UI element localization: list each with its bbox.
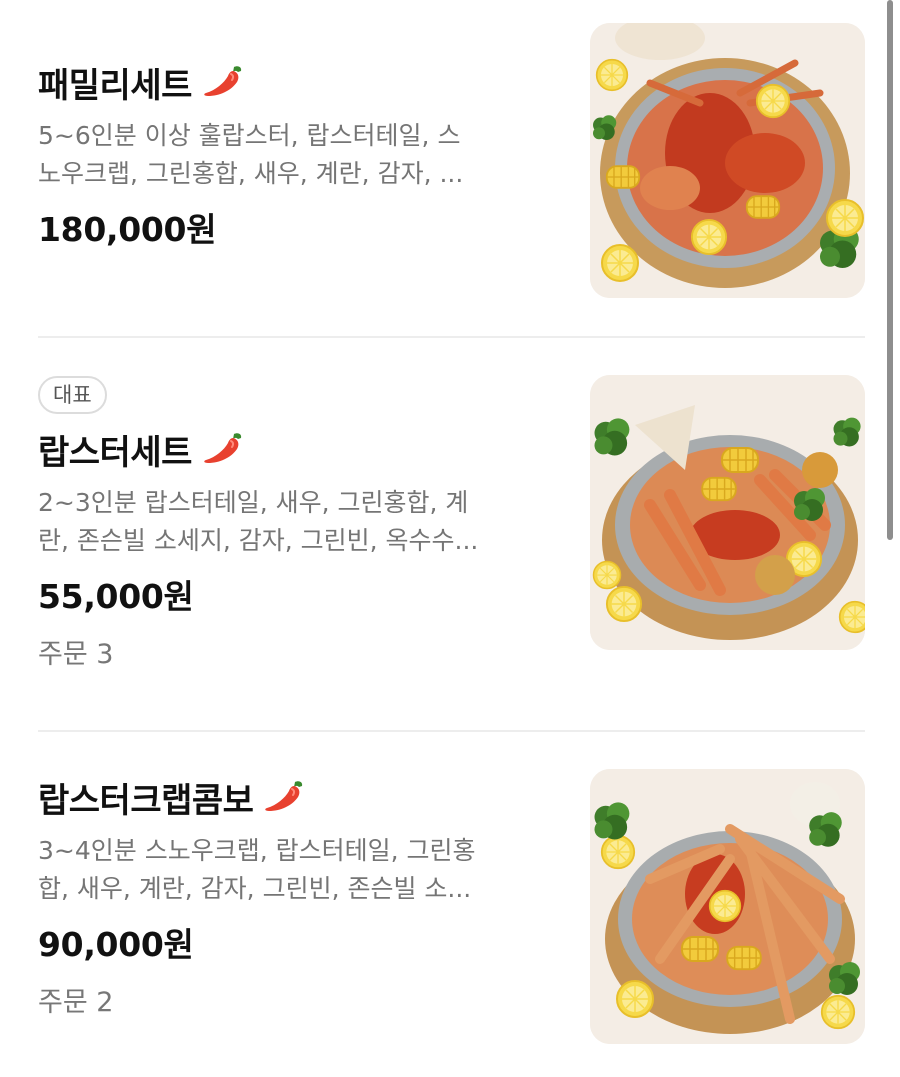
menu-item-description-line: 합, 새우, 계란, 감자, 그린빈, 존슨빌 소... xyxy=(38,874,472,903)
chili-pepper-icon xyxy=(200,63,246,101)
menu-item-name-row: 패밀리세트 xyxy=(38,57,558,107)
menu-item-description-line: 2~3인분 랍스터테일, 새우, 그린홍합, 계 xyxy=(38,488,469,517)
menu-item-price: 55,000원 xyxy=(38,577,194,616)
menu-item-name: 랍스터세트 xyxy=(38,432,192,473)
menu-divider xyxy=(38,730,865,732)
menu-item-lobster-crab-combo[interactable]: 랍스터크랩콤보 3~4인분 스노우크랩, 랍스터테일, 그린홍 합, 새우, 계… xyxy=(38,769,865,1044)
scrollbar[interactable] xyxy=(887,0,893,540)
seafood-platter-image xyxy=(590,23,865,298)
menu-item-photo[interactable] xyxy=(590,375,865,650)
menu-item-family-set[interactable]: 패밀리세트 5~6인분 이상 훌랍스터, 랍스터테일, 스 노우크랩, 그린홍합… xyxy=(38,23,865,302)
menu-item-description: 3~4인분 스노우크랩, 랍스터테일, 그린홍 합, 새우, 계란, 감자, 그… xyxy=(38,832,538,908)
order-count: 주문 3 xyxy=(38,639,114,670)
menu-item-name-row: 랍스터세트 xyxy=(38,424,558,474)
seafood-platter-image xyxy=(590,769,865,1044)
menu-item-info: 패밀리세트 5~6인분 이상 훌랍스터, 랍스터테일, 스 노우크랩, 그린홍합… xyxy=(38,57,558,251)
menu-item-name: 랍스터크랩콤보 xyxy=(38,780,254,821)
menu-item-price: 180,000원 xyxy=(38,210,217,249)
menu-item-description-line: 3~4인분 스노우크랩, 랍스터테일, 그린홍 xyxy=(38,836,476,865)
order-count: 주문 2 xyxy=(38,987,114,1018)
menu-item-description-line: 5~6인분 이상 훌랍스터, 랍스터테일, 스 xyxy=(38,121,461,150)
menu-item-description-line: 노우크랩, 그린홍합, 새우, 계란, 감자, ... xyxy=(38,159,464,188)
menu-item-photo[interactable] xyxy=(590,23,865,298)
menu-divider xyxy=(38,336,865,338)
menu-item-name: 패밀리세트 xyxy=(38,65,192,106)
menu-item-name-row: 랍스터크랩콤보 xyxy=(38,772,558,822)
chili-pepper-icon xyxy=(261,778,307,816)
menu-item-lobster-set[interactable]: 대표 랍스터세트 2~3인분 랍스터테일, 새우, 그린홍합, 계 란, 존슨빌… xyxy=(38,375,865,696)
seafood-platter-image xyxy=(590,375,865,650)
menu-item-price: 90,000원 xyxy=(38,925,194,964)
menu-item-photo[interactable] xyxy=(590,769,865,1044)
menu-item-description: 5~6인분 이상 훌랍스터, 랍스터테일, 스 노우크랩, 그린홍합, 새우, … xyxy=(38,117,538,193)
menu-item-description-line: 란, 존슨빌 소세지, 감자, 그린빈, 옥수수... xyxy=(38,526,479,555)
chili-pepper-icon xyxy=(200,430,246,468)
signature-badge: 대표 xyxy=(38,376,107,414)
menu-item-info: 랍스터크랩콤보 3~4인분 스노우크랩, 랍스터테일, 그린홍 합, 새우, 계… xyxy=(38,772,558,1019)
menu-item-info: 대표 랍스터세트 2~3인분 랍스터테일, 새우, 그린홍합, 계 란, 존슨빌… xyxy=(38,376,558,671)
menu-item-description: 2~3인분 랍스터테일, 새우, 그린홍합, 계 란, 존슨빌 소세지, 감자,… xyxy=(38,484,538,560)
